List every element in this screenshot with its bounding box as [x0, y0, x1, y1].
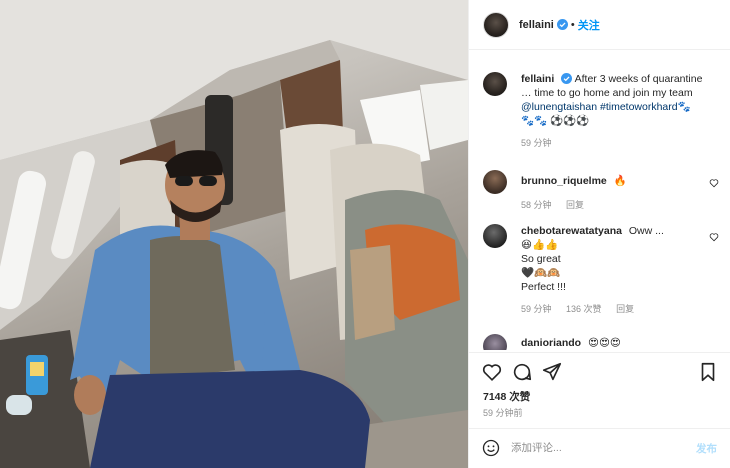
comments-list[interactable]: fellaini After 3 weeks of quarantine … t… — [469, 60, 730, 350]
commenter-avatar[interactable] — [483, 334, 507, 350]
comment-text-line4: 🖤🙉🙉 — [521, 267, 561, 279]
share-send-icon[interactable] — [541, 361, 563, 383]
comment-text-line3: So great — [521, 253, 561, 265]
caption-time[interactable]: 59 分钟 — [521, 138, 552, 148]
comment-text: 🔥 — [613, 175, 627, 187]
comment-bubble-icon[interactable] — [511, 361, 533, 383]
instagram-post-window: fellaini • 关注 fellaini After 3 weeks of … — [0, 0, 730, 468]
comment-reply-button[interactable]: 回复 — [616, 304, 634, 314]
likes-count[interactable]: 7148 次赞 — [483, 389, 530, 404]
commenter-avatar[interactable] — [483, 170, 507, 194]
comment-text-line2: 😆👍👍 — [521, 239, 559, 251]
comment-meta: 58 分钟 回复 — [521, 198, 711, 212]
comment-text-line5: Perfect !!! — [521, 281, 566, 293]
comment-meta: 59 分钟 136 次赞 回复 — [521, 302, 711, 316]
verified-badge-icon — [556, 19, 568, 30]
jet-cabin-photo — [0, 0, 468, 468]
add-comment-bar: 发布 — [469, 428, 730, 468]
like-heart-icon[interactable] — [481, 361, 503, 383]
commenter-avatar[interactable] — [483, 224, 507, 248]
caption-username[interactable]: fellaini — [521, 73, 554, 85]
caption-mention[interactable]: @lunengtaishan — [521, 101, 597, 113]
post-photo[interactable] — [0, 0, 468, 468]
comment-reply-button[interactable]: 回复 — [566, 200, 584, 210]
comment-body: danioriando 😍😍😍 — [521, 336, 711, 350]
post-side-panel: fellaini • 关注 fellaini After 3 weeks of … — [468, 0, 730, 468]
caption-hashtag[interactable]: #timetoworkhard — [597, 101, 678, 113]
author-avatar[interactable] — [483, 11, 509, 38]
caption-emoji-line: 🐾🐾 ⚽⚽⚽ — [521, 115, 590, 127]
comment-username[interactable]: chebotarewatatyana — [521, 225, 622, 237]
post-header: fellaini • 关注 — [469, 0, 730, 50]
comment-like-heart-icon[interactable] — [709, 232, 719, 242]
author-avatar-small[interactable] — [483, 72, 507, 96]
posted-time[interactable]: 59 分钟前 — [483, 406, 523, 419]
comment-likes[interactable]: 136 次赞 — [566, 304, 602, 314]
comment-body: chebotarewatatyana Oww ... 😆👍👍 So great … — [521, 224, 711, 316]
comment-text-line1: Oww ... — [628, 225, 664, 237]
comment-time[interactable]: 58 分钟 — [521, 200, 552, 210]
separator-dot: • — [570, 18, 575, 31]
comment-username[interactable]: danioriando — [521, 337, 581, 349]
save-bookmark-icon[interactable] — [697, 361, 719, 383]
action-bar: 7148 次赞 59 分钟前 — [469, 352, 730, 432]
verified-badge-icon — [561, 73, 573, 84]
caption-emoji-inline: 🐾 — [677, 101, 691, 113]
caption-body: fellaini After 3 weeks of quarantine … t… — [521, 72, 711, 150]
follow-button[interactable]: 关注 — [578, 17, 600, 33]
comment-input[interactable] — [511, 438, 681, 458]
post-comment-button[interactable]: 发布 — [696, 441, 717, 456]
emoji-smile-icon[interactable] — [481, 438, 501, 458]
comment-body: brunno_riquelme 🔥 58 分钟 回复 — [521, 174, 711, 212]
author-username[interactable]: fellaini — [519, 19, 554, 31]
comment-time[interactable]: 59 分钟 — [521, 304, 552, 314]
comment-username[interactable]: brunno_riquelme — [521, 175, 607, 187]
caption-meta: 59 分钟 — [521, 136, 711, 150]
comment-text: 😍😍😍 — [588, 337, 621, 349]
comment-like-heart-icon[interactable] — [709, 178, 719, 188]
